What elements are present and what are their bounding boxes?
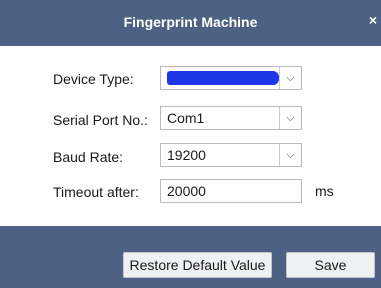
- chevron-down-icon[interactable]: ⌵: [279, 107, 301, 129]
- device-type-select[interactable]: ⌵: [160, 66, 302, 90]
- serial-port-value: Com1: [167, 110, 205, 126]
- fingerprint-machine-dialog: Fingerprint Machine × Device Type: ⌵ Ser…: [0, 0, 381, 288]
- serial-port-select[interactable]: Com1 ⌵: [160, 106, 302, 130]
- serial-port-label: Serial Port No.:: [53, 112, 148, 128]
- timeout-unit: ms: [315, 183, 334, 199]
- close-icon[interactable]: ×: [369, 12, 377, 28]
- save-button[interactable]: Save: [286, 252, 375, 278]
- device-type-label: Device Type:: [53, 71, 134, 87]
- chevron-down-icon[interactable]: ⌵: [279, 67, 301, 89]
- timeout-label: Timeout after:: [53, 184, 139, 200]
- device-type-redacted-value: [167, 71, 279, 85]
- restore-default-button[interactable]: Restore Default Value: [123, 252, 272, 278]
- dialog-title: Fingerprint Machine: [123, 14, 258, 30]
- baud-rate-select[interactable]: 19200 ⌵: [160, 143, 302, 167]
- dialog-footer: Restore Default Value Save: [0, 226, 381, 288]
- baud-rate-label: Baud Rate:: [53, 149, 124, 165]
- timeout-input[interactable]: [160, 179, 302, 203]
- baud-rate-value: 19200: [167, 147, 206, 163]
- dialog-titlebar: Fingerprint Machine ×: [0, 0, 381, 46]
- chevron-down-icon[interactable]: ⌵: [279, 144, 301, 166]
